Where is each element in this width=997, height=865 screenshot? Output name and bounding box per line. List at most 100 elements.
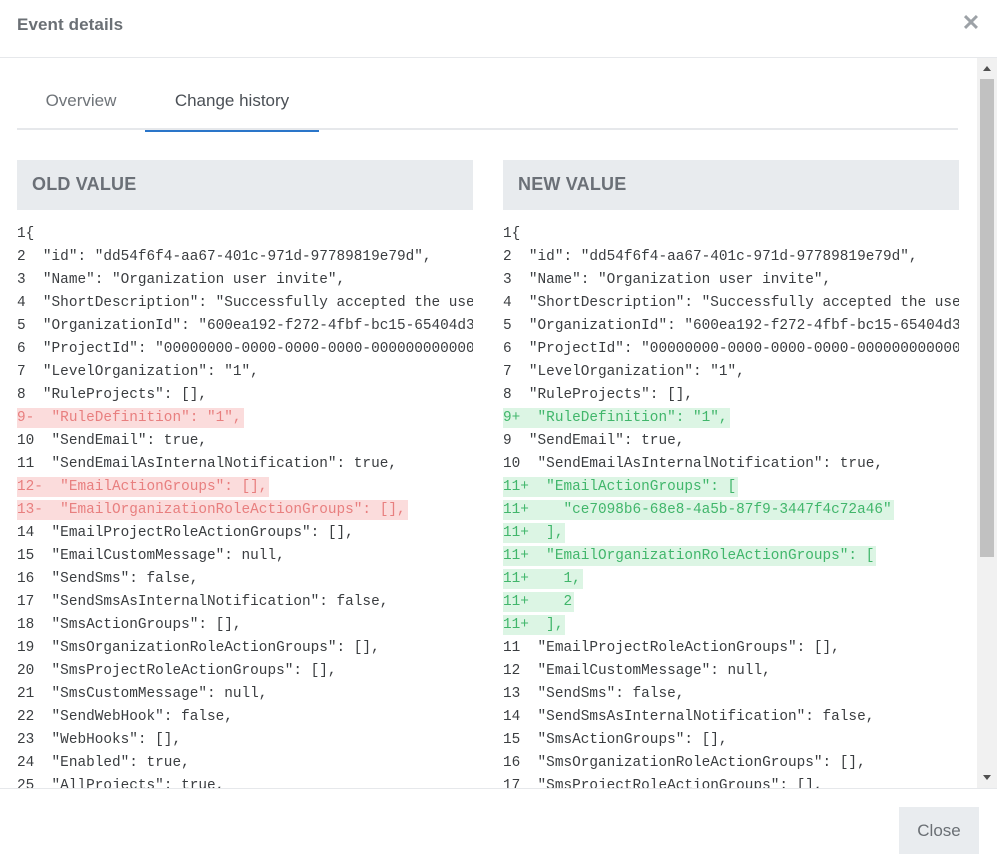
new-value-code: 1{ 2 "id": "dd54f6f4-aa67-401c-971d-97789…: [503, 223, 959, 788]
line-text: 17 "SendSmsAsInternalNotification": fals…: [17, 594, 389, 610]
added-line-text: 11+ 2: [503, 592, 575, 612]
new-value-title: NEW VALUE: [518, 174, 627, 194]
code-line: 6 "ProjectId": "00000000-0000-0000-0000-…: [503, 338, 959, 361]
code-line: 8 "RuleProjects": [],: [17, 384, 473, 407]
code-line: 15 "EmailCustomMessage": null,: [17, 545, 473, 568]
event-details-modal: Event details ✕ Overview Change history …: [0, 0, 997, 865]
code-line: 7 "LevelOrganization": "1",: [17, 361, 473, 384]
code-line: 3 "Name": "Organization user invite",: [503, 269, 959, 292]
close-button[interactable]: Close: [899, 807, 979, 854]
line-text: 2 "id": "dd54f6f4-aa67-401c-971d-9778981…: [17, 249, 432, 265]
code-line: 16 "SendSms": false,: [17, 568, 473, 591]
line-text: 11 "EmailProjectRoleActionGroups": [],: [503, 640, 840, 656]
code-line: 12 "EmailCustomMessage": null,: [503, 660, 959, 683]
line-text: 7 "LevelOrganization": "1",: [503, 364, 745, 380]
code-line: 18 "SmsActionGroups": [],: [17, 614, 473, 637]
line-text: 3 "Name": "Organization user invite",: [503, 272, 832, 288]
added-line-text: 9+ "RuleDefinition": "1",: [503, 408, 730, 428]
line-text: 15 "EmailCustomMessage": null,: [17, 548, 285, 564]
line-text: 22 "SendWebHook": false,: [17, 709, 233, 725]
code-line: 22 "SendWebHook": false,: [17, 706, 473, 729]
old-value-title: OLD VALUE: [32, 174, 137, 194]
line-text: 7 "LevelOrganization": "1",: [17, 364, 259, 380]
line-text: 25 "AllProjects": true,: [17, 778, 225, 788]
line-text: 5 "OrganizationId": "600ea192-f272-4fbf-…: [503, 318, 959, 334]
line-text: 19 "SmsOrganizationRoleActionGroups": []…: [17, 640, 380, 656]
code-line: 11+ "EmailOrganizationRoleActionGroups":…: [503, 545, 959, 568]
scroll-down-arrow-icon[interactable]: [977, 768, 997, 788]
code-line: 11 "SendEmailAsInternalNotification": tr…: [17, 453, 473, 476]
code-line: 17 "SmsProjectRoleActionGroups": [],: [503, 775, 959, 788]
line-text: 9 "SendEmail": true,: [503, 433, 685, 449]
line-text: 4 "ShortDescription": "Successfully acce…: [503, 295, 959, 311]
code-line: 11 "EmailProjectRoleActionGroups": [],: [503, 637, 959, 660]
code-line: 13 "SendSms": false,: [503, 683, 959, 706]
code-line: 15 "SmsActionGroups": [],: [503, 729, 959, 752]
code-line: 25 "AllProjects": true,: [17, 775, 473, 788]
code-line: 10 "SendEmailAsInternalNotification": tr…: [503, 453, 959, 476]
new-value-panel: NEW VALUE 1{ 2 "id": "dd54f6f4-aa67-401c-…: [503, 160, 959, 788]
line-text: 20 "SmsProjectRoleActionGroups": [],: [17, 663, 337, 679]
tab-bar: Overview Change history: [17, 80, 958, 132]
code-line: 11+ 2: [503, 591, 959, 614]
line-text: 24 "Enabled": true,: [17, 755, 190, 771]
deleted-line-text: 9- "RuleDefinition": "1",: [17, 408, 244, 428]
line-text: 10 "SendEmail": true,: [17, 433, 207, 449]
code-line: 14 "SendSmsAsInternalNotification": fals…: [503, 706, 959, 729]
code-line: 2 "id": "dd54f6f4-aa67-401c-971d-9778981…: [503, 246, 959, 269]
line-text: 14 "EmailProjectRoleActionGroups": [],: [17, 525, 354, 541]
code-line: 2 "id": "dd54f6f4-aa67-401c-971d-9778981…: [17, 246, 473, 269]
line-text: 1{: [503, 226, 521, 242]
tab-change-history[interactable]: Change history: [145, 80, 319, 132]
tab-overview[interactable]: Overview: [17, 80, 145, 130]
line-text: 2 "id": "dd54f6f4-aa67-401c-971d-9778981…: [503, 249, 918, 265]
added-line-text: 11+ ],: [503, 523, 566, 543]
line-text: 6 "ProjectId": "00000000-0000-0000-0000-…: [503, 341, 959, 357]
code-line: 5 "OrganizationId": "600ea192-f272-4fbf-…: [503, 315, 959, 338]
code-line: 11+ ],: [503, 522, 959, 545]
code-line: 10 "SendEmail": true,: [17, 430, 473, 453]
code-line: 11+ "EmailActionGroups": [: [503, 476, 959, 499]
new-value-header: NEW VALUE: [503, 160, 959, 210]
added-line-text: 11+ ],: [503, 615, 566, 635]
line-text: 1{: [17, 226, 35, 242]
close-icon[interactable]: ✕: [961, 12, 981, 34]
line-text: 14 "SendSmsAsInternalNotification": fals…: [503, 709, 875, 725]
modal-header: Event details ✕: [0, 0, 997, 58]
line-text: 4 "ShortDescription": "Successfully acce…: [17, 295, 473, 311]
code-line: 4 "ShortDescription": "Successfully acce…: [503, 292, 959, 315]
line-text: 17 "SmsProjectRoleActionGroups": [],: [503, 778, 823, 788]
modal-body: Overview Change history OLD VALUE 1{ 2 "i…: [0, 58, 977, 788]
deleted-line-text: 12- "EmailActionGroups": [],: [17, 477, 270, 497]
line-text: 16 "SmsOrganizationRoleActionGroups": []…: [503, 755, 866, 771]
code-line: 5 "OrganizationId": "600ea192-f272-4fbf-…: [17, 315, 473, 338]
code-line: 7 "LevelOrganization": "1",: [503, 361, 959, 384]
code-line: 3 "Name": "Organization user invite",: [17, 269, 473, 292]
modal-scrollbar[interactable]: [977, 58, 997, 788]
code-line: 23 "WebHooks": [],: [17, 729, 473, 752]
code-line: 9- "RuleDefinition": "1",: [17, 407, 473, 430]
line-text: 5 "OrganizationId": "600ea192-f272-4fbf-…: [17, 318, 473, 334]
code-line: 9 "SendEmail": true,: [503, 430, 959, 453]
code-line: 20 "SmsProjectRoleActionGroups": [],: [17, 660, 473, 683]
line-text: 11 "SendEmailAsInternalNotification": tr…: [17, 456, 397, 472]
code-line: 14 "EmailProjectRoleActionGroups": [],: [17, 522, 473, 545]
added-line-text: 11+ "ce7098b6-68e8-4a5b-87f9-3447f4c72a4…: [503, 500, 894, 520]
added-line-text: 11+ "EmailOrganizationRoleActionGroups":…: [503, 546, 877, 566]
line-text: 6 "ProjectId": "00000000-0000-0000-0000-…: [17, 341, 473, 357]
scroll-up-arrow-icon[interactable]: [977, 58, 997, 78]
code-line: 1{: [503, 223, 959, 246]
code-line: 9+ "RuleDefinition": "1",: [503, 407, 959, 430]
code-line: 4 "ShortDescription": "Successfully acce…: [17, 292, 473, 315]
code-line: 11+ "ce7098b6-68e8-4a5b-87f9-3447f4c72a4…: [503, 499, 959, 522]
code-line: 8 "RuleProjects": [],: [503, 384, 959, 407]
added-line-text: 11+ "EmailActionGroups": [: [503, 477, 739, 497]
code-line: 17 "SendSmsAsInternalNotification": fals…: [17, 591, 473, 614]
code-line: 11+ ],: [503, 614, 959, 637]
line-text: 23 "WebHooks": [],: [17, 732, 182, 748]
added-line-text: 11+ 1,: [503, 569, 583, 589]
code-line: 24 "Enabled": true,: [17, 752, 473, 775]
code-line: 19 "SmsOrganizationRoleActionGroups": []…: [17, 637, 473, 660]
code-line: 13- "EmailOrganizationRoleActionGroups":…: [17, 499, 473, 522]
scrollbar-thumb[interactable]: [980, 79, 994, 557]
